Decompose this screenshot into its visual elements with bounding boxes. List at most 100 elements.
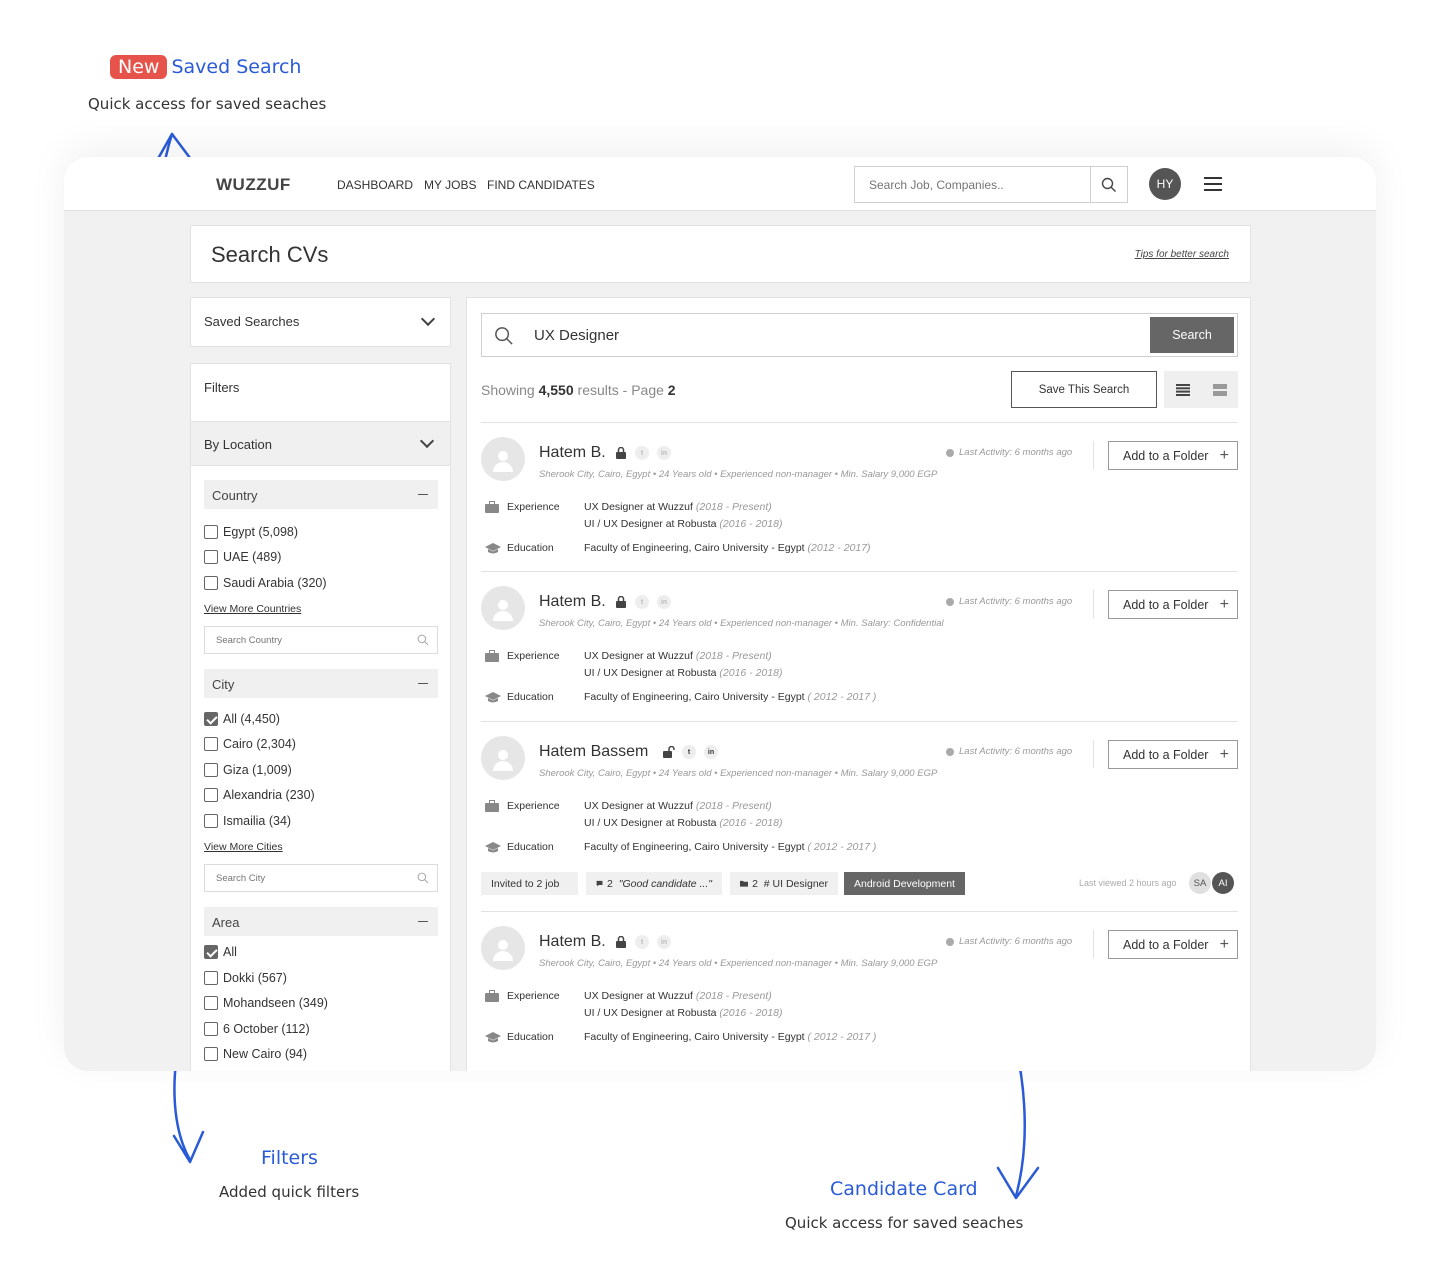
country-label: Country [212,488,258,503]
search-city-input[interactable] [205,865,405,891]
status-dot [946,448,954,457]
option-label: UAE (489) [223,550,282,564]
candidate-card[interactable]: Hatem B. t in Sherook City, Cairo, Egypt… [481,571,1238,721]
country-option[interactable]: UAE (489) [204,550,281,564]
nav-dashboard[interactable]: DASHBOARD [337,178,413,192]
viewer-avatar[interactable]: AI [1212,872,1234,894]
checkbox[interactable] [204,576,218,590]
checkbox[interactable] [204,712,218,726]
checkbox[interactable] [204,550,218,564]
user-avatar[interactable]: HY [1149,168,1181,200]
checkbox[interactable] [204,763,218,777]
experience-title: UX Designer at Wuzzuf [584,650,693,662]
checkbox[interactable] [204,1022,218,1036]
header-search-button[interactable] [1090,167,1127,202]
twitter-icon: t [635,935,649,949]
nav-find-candidates[interactable]: FIND CANDIDATES [487,178,595,192]
city-section-toggle[interactable]: City [204,669,438,698]
nav-my-jobs[interactable]: MY JOBS [424,178,476,192]
view-more-cities-link[interactable]: View More Cities [204,841,283,853]
folders-tag[interactable]: 2 # UI Designer [730,872,838,895]
area-label: Area [212,915,240,930]
add-to-folder-button[interactable]: Add to a Folder + [1108,441,1238,470]
folders-count: 2 [752,877,758,890]
city-option[interactable]: Alexandria (230) [204,788,315,802]
experience-title: UI / UX Designer at Robusta [584,667,717,679]
header-search-input[interactable] [855,167,1089,202]
experience-title: UX Designer at Wuzzuf [584,501,693,513]
country-option[interactable]: Egypt (5,098) [204,525,298,539]
experience-title: UX Designer at Wuzzuf [584,800,693,812]
option-label: All [223,945,237,959]
search-icon [417,872,429,884]
save-this-search-button[interactable]: Save This Search [1011,371,1157,408]
city-option[interactable]: Giza (1,009) [204,763,292,777]
list-view-toggle[interactable] [1164,371,1201,408]
area-section-toggle[interactable]: Area [204,907,438,936]
comments-tag[interactable]: 2 "Good candidate ..." [586,872,722,895]
area-option[interactable]: New Cairo (94) [204,1047,307,1061]
country-section-toggle[interactable]: Country [204,480,438,509]
candidate-card[interactable]: Hatem B. t in Sherook City, Cairo, Egypt… [481,422,1238,572]
checkbox[interactable] [204,525,218,539]
candidate-card[interactable]: Hatem Bassem t in Sherook City, Cairo, E… [481,721,1238,911]
checkbox[interactable] [204,996,218,1010]
viewer-avatar[interactable]: SA [1189,872,1211,894]
candidate-name[interactable]: Hatem B. [539,444,606,462]
checkbox[interactable] [204,971,218,985]
by-location-toggle[interactable]: By Location [191,421,450,466]
skill-tag[interactable]: Android Development [844,872,965,895]
status-dot [946,937,954,946]
last-activity-text: Last Activity: 6 months ago [959,746,1073,757]
logo[interactable]: WUZZUF [216,175,291,195]
add-to-folder-button[interactable]: Add to a Folder + [1108,590,1238,619]
city-option[interactable]: Ismailia (34) [204,814,291,828]
option-label: Mohandseen (349) [223,996,328,1010]
add-to-folder-label: Add to a Folder [1123,448,1209,463]
status-dot [946,747,954,756]
city-option[interactable]: Cairo (2,304) [204,737,296,751]
header-search [854,166,1128,203]
experience-item: UX Designer at Wuzzuf (2018 - Present) [584,800,772,812]
main-search-input[interactable] [534,322,1094,348]
checkbox[interactable] [204,1047,218,1061]
invited-tag[interactable]: Invited to 2 job [481,872,578,895]
search-button[interactable]: Search [1150,317,1234,353]
area-option[interactable]: Dokki (567) [204,971,287,985]
country-option[interactable]: Saudi Arabia (320) [204,576,327,590]
main-search-bar: Search [481,313,1238,357]
last-activity: Last Activity: 6 months ago [946,596,1072,607]
checkbox[interactable] [204,945,218,959]
checkbox[interactable] [204,788,218,802]
saved-searches-dropdown[interactable]: Saved Searches [190,297,451,347]
menu-icon[interactable] [1204,177,1222,195]
linkedin-icon: in [657,446,671,460]
area-option[interactable]: All [204,945,237,959]
checkbox[interactable] [204,737,218,751]
checkbox[interactable] [204,814,218,828]
twitter-icon[interactable]: t [682,745,696,759]
candidate-card[interactable]: Hatem B. t in Sherook City, Cairo, Egypt… [481,911,1238,1071]
experience-title: UX Designer at Wuzzuf [584,990,693,1002]
city-label: City [212,677,235,692]
tips-link[interactable]: Tips for better search [1135,249,1229,260]
area-option[interactable]: 6 October (112) [204,1022,310,1036]
divider [1093,590,1094,618]
add-to-folder-button[interactable]: Add to a Folder + [1108,740,1238,769]
candidate-name[interactable]: Hatem B. [539,933,606,951]
candidate-name[interactable]: Hatem Bassem [539,743,648,761]
experience-label: Experience [507,501,560,513]
folder-name: # UI Designer [763,877,828,890]
card-view-toggle[interactable] [1201,371,1238,408]
option-label: Saudi Arabia (320) [223,576,327,590]
area-option[interactable]: Mohandseen (349) [204,996,328,1010]
add-to-folder-button[interactable]: Add to a Folder + [1108,930,1238,959]
view-more-countries-link[interactable]: View More Countries [204,603,301,615]
experience-period: (2016 - 2018) [719,1007,783,1019]
search-country-input[interactable] [205,627,405,653]
city-option[interactable]: All (4,450) [204,712,280,726]
candidate-name[interactable]: Hatem B. [539,593,606,611]
results-word: results - Page [577,382,664,398]
page-number: 2 [667,382,676,398]
linkedin-icon[interactable]: in [704,745,718,759]
